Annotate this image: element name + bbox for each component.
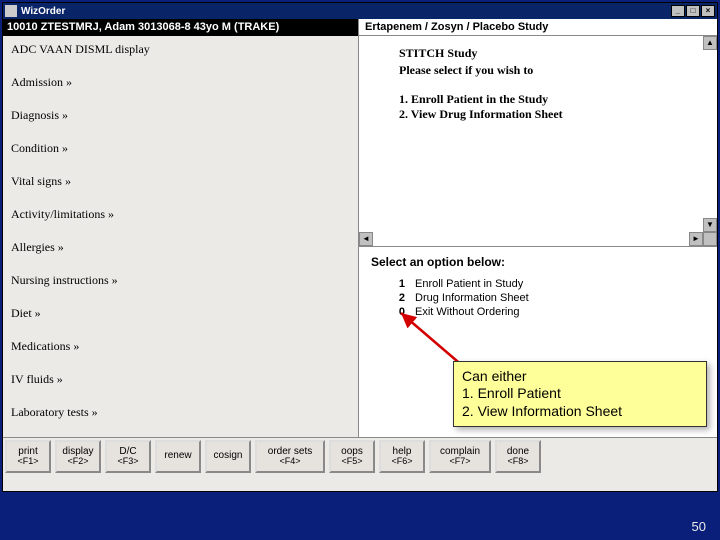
menu-item[interactable]: Diet » [3, 300, 358, 327]
left-panel: 10010 ZTESTMRJ, Adam 3013068-8 43yo M (T… [3, 19, 359, 437]
option-label: Enroll Patient in Study [415, 278, 523, 290]
menu-item[interactable]: Vital signs » [3, 168, 358, 195]
fn-print-button[interactable]: print<F1> [5, 440, 51, 473]
study-subtitle: STITCH Study [399, 46, 677, 61]
menu-item[interactable]: Admission » [3, 69, 358, 96]
study-header: Ertapenem / Zosyn / Placebo Study [359, 19, 717, 36]
menu-item[interactable]: IV fluids » [3, 366, 358, 393]
menu-item[interactable]: Condition » [3, 135, 358, 162]
menu-item[interactable]: Laboratory tests » [3, 399, 358, 426]
fn-done-button[interactable]: done<F8> [495, 440, 541, 473]
app-window: WizOrder _ □ × 10010 ZTESTMRJ, Adam 3013… [2, 2, 718, 492]
fn-dc-button[interactable]: D/C<F3> [105, 440, 151, 473]
study-list-item: 2. View Drug Information Sheet [399, 107, 677, 122]
annotation-callout: Can either 1. Enroll Patient 2. View Inf… [453, 361, 707, 428]
window-title: WizOrder [21, 6, 671, 17]
fn-oops-button[interactable]: oops<F5> [329, 440, 375, 473]
study-info-pane: Ertapenem / Zosyn / Placebo Study STITCH… [359, 19, 717, 247]
study-list-item: 1. Enroll Patient in the Study [399, 92, 677, 107]
scroll-down-icon[interactable]: ▼ [703, 218, 717, 232]
callout-line: Can either [462, 368, 698, 386]
scroll-right-icon[interactable]: ► [689, 232, 703, 246]
scroll-left-icon[interactable]: ◄ [359, 232, 373, 246]
maximize-button[interactable]: □ [686, 5, 700, 17]
menu-item[interactable]: Allergies » [3, 234, 358, 261]
fn-ordersets-button[interactable]: order sets<F4> [255, 440, 325, 473]
minimize-button[interactable]: _ [671, 5, 685, 17]
fn-help-button[interactable]: help<F6> [379, 440, 425, 473]
option-select-pane: Select an option below: 1 Enroll Patient… [359, 247, 717, 437]
option-row[interactable]: 1 Enroll Patient in Study [395, 277, 717, 291]
menu-item[interactable]: Medications » [3, 333, 358, 360]
fn-renew-button[interactable]: renew [155, 440, 201, 473]
close-button[interactable]: × [701, 5, 715, 17]
order-category-list: ADC VAAN DISML display Admission » Diagn… [3, 36, 358, 437]
menu-item[interactable]: Activity/limitations » [3, 201, 358, 228]
right-panel: Ertapenem / Zosyn / Placebo Study STITCH… [359, 19, 717, 437]
menu-item[interactable]: ADC VAAN DISML display [3, 36, 358, 63]
select-prompt: Select an option below: [359, 247, 717, 273]
titlebar: WizOrder _ □ × [3, 3, 717, 19]
slide-number: 50 [692, 519, 706, 534]
scroll-corner-icon [703, 232, 717, 246]
menu-item[interactable]: Diagnosis » [3, 102, 358, 129]
app-icon [5, 5, 17, 17]
menu-item[interactable]: Radiographic studies [3, 432, 358, 437]
study-prompt: Please select if you wish to [399, 63, 677, 78]
patient-header: 10010 ZTESTMRJ, Adam 3013068-8 43yo M (T… [3, 19, 358, 36]
callout-line: 1. Enroll Patient [462, 385, 698, 403]
fn-cosign-button[interactable]: cosign [205, 440, 251, 473]
option-number: 1 [395, 278, 405, 290]
scroll-up-icon[interactable]: ▲ [703, 36, 717, 50]
fn-complain-button[interactable]: complain<F7> [429, 440, 491, 473]
fn-display-button[interactable]: display<F2> [55, 440, 101, 473]
menu-item[interactable]: Nursing instructions » [3, 267, 358, 294]
function-key-bar: print<F1> display<F2> D/C<F3> renew cosi… [3, 437, 717, 475]
callout-line: 2. View Information Sheet [462, 403, 698, 421]
